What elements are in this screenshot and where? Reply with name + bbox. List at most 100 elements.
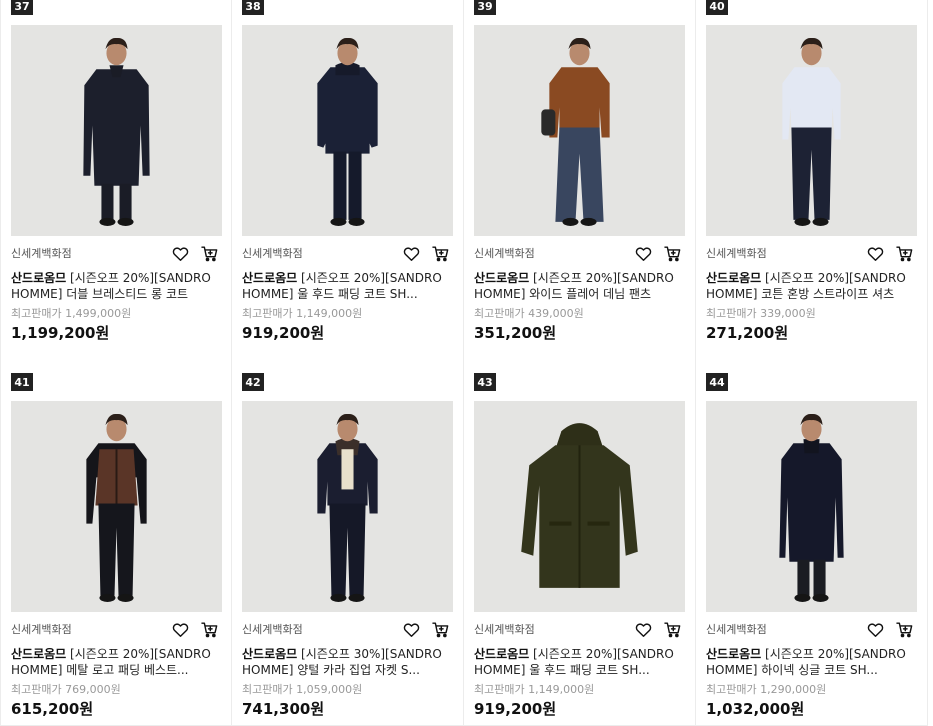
product-title[interactable]: 산드로옴므 [시즌오프 20%][SANDRO HOMME] 메탈 로고 패딩 … — [11, 646, 223, 678]
product-info: 신세계백화점 산드로옴므 [시즌오프 20%][SANDRO HOMME] 더블… — [11, 243, 223, 343]
action-icons — [402, 244, 450, 263]
product-card[interactable]: 42 신세계백화점 산드로옴므 [시즌오프 30%][SANDRO HOMME]… — [232, 363, 464, 726]
original-price: 최고판매가 1,149,000원 — [242, 307, 363, 320]
store-name: 신세계백화점 — [706, 247, 767, 260]
brand-name: 산드로옴므 — [706, 271, 762, 285]
heart-icon[interactable] — [866, 620, 885, 639]
cart-icon[interactable] — [431, 244, 450, 263]
store-row: 신세계백화점 — [474, 243, 686, 263]
product-info: 신세계백화점 산드로옴므 [시즌오프 20%][SANDRO HOMME] 울 … — [474, 619, 686, 719]
original-price: 최고판매가 439,000원 — [474, 307, 584, 320]
store-name: 신세계백화점 — [11, 623, 72, 636]
product-info: 신세계백화점 산드로옴므 [시즌오프 20%][SANDRO HOMME] 울 … — [242, 243, 454, 343]
product-info: 신세계백화점 산드로옴므 [시즌오프 30%][SANDRO HOMME] 양털… — [242, 619, 454, 719]
rank-badge: 38 — [242, 0, 264, 15]
product-title[interactable]: 산드로옴므 [시즌오프 20%][SANDRO HOMME] 코튼 혼방 스트라… — [706, 270, 918, 302]
store-row: 신세계백화점 — [11, 243, 223, 263]
brand-name: 산드로옴므 — [242, 647, 298, 661]
product-grid: 37 신세계백화점 산드로옴므 [시즌오프 20%][SANDRO HOMME]… — [0, 0, 933, 726]
product-card[interactable]: 38 신세계백화점 산드로옴므 [시즌오프 20%][SANDRO HOMME]… — [232, 0, 464, 363]
action-icons — [171, 620, 219, 639]
rank-badge: 39 — [474, 0, 496, 15]
store-row: 신세계백화점 — [474, 619, 686, 639]
store-name: 신세계백화점 — [11, 247, 72, 260]
rank-badge: 41 — [11, 373, 33, 391]
action-icons — [866, 620, 914, 639]
cart-icon[interactable] — [431, 620, 450, 639]
store-name: 신세계백화점 — [474, 247, 535, 260]
action-icons — [171, 244, 219, 263]
original-price: 최고판매가 1,059,000원 — [242, 683, 363, 696]
brand-name: 산드로옴므 — [474, 271, 530, 285]
rank-badge: 43 — [474, 373, 496, 391]
heart-icon[interactable] — [634, 244, 653, 263]
brand-name: 산드로옴므 — [474, 647, 530, 661]
heart-icon[interactable] — [402, 244, 421, 263]
product-card[interactable]: 37 신세계백화점 산드로옴므 [시즌오프 20%][SANDRO HOMME]… — [0, 0, 232, 363]
store-row: 신세계백화점 — [242, 619, 454, 639]
rank-badge: 44 — [706, 373, 728, 391]
sale-price: 1,032,000원 — [706, 700, 805, 718]
store-row: 신세계백화점 — [242, 243, 454, 263]
product-image[interactable] — [242, 25, 453, 236]
cart-icon[interactable] — [200, 620, 219, 639]
product-image[interactable] — [474, 401, 685, 612]
product-info: 신세계백화점 산드로옴므 [시즌오프 20%][SANDRO HOMME] 메탈… — [11, 619, 223, 719]
original-price: 최고판매가 1,149,000원 — [474, 683, 595, 696]
product-card[interactable]: 44 신세계백화점 산드로옴므 [시즌오프 20%][SANDRO HOMME]… — [696, 363, 928, 726]
product-image[interactable] — [706, 25, 917, 236]
sale-price: 615,200원 — [11, 700, 94, 718]
product-title[interactable]: 산드로옴므 [시즌오프 20%][SANDRO HOMME] 울 후드 패딩 코… — [474, 646, 686, 678]
store-row: 신세계백화점 — [706, 243, 918, 263]
cart-icon[interactable] — [663, 244, 682, 263]
product-title[interactable]: 산드로옴므 [시즌오프 20%][SANDRO HOMME] 하이넥 싱글 코트… — [706, 646, 918, 678]
sale-price: 741,300원 — [242, 700, 325, 718]
brand-name: 산드로옴므 — [242, 271, 298, 285]
cart-icon[interactable] — [663, 620, 682, 639]
store-name: 신세계백화점 — [242, 247, 303, 260]
product-card[interactable]: 43 신세계백화점 산드로옴므 [시즌오프 20%][SANDRO HOMME]… — [464, 363, 696, 726]
store-name: 신세계백화점 — [242, 623, 303, 636]
product-image[interactable] — [706, 401, 917, 612]
sale-price: 271,200원 — [706, 324, 789, 342]
product-title[interactable]: 산드로옴므 [시즌오프 20%][SANDRO HOMME] 와이드 플레어 데… — [474, 270, 686, 302]
sale-price: 919,200원 — [474, 700, 557, 718]
action-icons — [634, 620, 682, 639]
heart-icon[interactable] — [634, 620, 653, 639]
original-price: 최고판매가 1,290,000원 — [706, 683, 827, 696]
store-row: 신세계백화점 — [706, 619, 918, 639]
product-card[interactable]: 41 신세계백화점 산드로옴므 [시즌오프 20%][SANDRO HOMME]… — [0, 363, 232, 726]
heart-icon[interactable] — [402, 620, 421, 639]
original-price: 최고판매가 769,000원 — [11, 683, 121, 696]
original-price: 최고판매가 339,000원 — [706, 307, 816, 320]
product-title[interactable]: 산드로옴므 [시즌오프 30%][SANDRO HOMME] 양털 카라 집업 … — [242, 646, 454, 678]
heart-icon[interactable] — [171, 620, 190, 639]
store-name: 신세계백화점 — [706, 623, 767, 636]
action-icons — [402, 620, 450, 639]
product-card[interactable]: 40 신세계백화점 산드로옴므 [시즌오프 20%][SANDRO HOMME]… — [696, 0, 928, 363]
brand-name: 산드로옴므 — [11, 647, 67, 661]
brand-name: 산드로옴므 — [706, 647, 762, 661]
product-image[interactable] — [474, 25, 685, 236]
cart-icon[interactable] — [895, 244, 914, 263]
rank-badge: 40 — [706, 0, 728, 15]
brand-name: 산드로옴므 — [11, 271, 67, 285]
original-price: 최고판매가 1,499,000원 — [11, 307, 132, 320]
heart-icon[interactable] — [171, 244, 190, 263]
product-title[interactable]: 산드로옴므 [시즌오프 20%][SANDRO HOMME] 울 후드 패딩 코… — [242, 270, 454, 302]
heart-icon[interactable] — [866, 244, 885, 263]
sale-price: 351,200원 — [474, 324, 557, 342]
product-title[interactable]: 산드로옴므 [시즌오프 20%][SANDRO HOMME] 더블 브레스티드 … — [11, 270, 223, 302]
product-info: 신세계백화점 산드로옴므 [시즌오프 20%][SANDRO HOMME] 하이… — [706, 619, 918, 719]
action-icons — [634, 244, 682, 263]
store-name: 신세계백화점 — [474, 623, 535, 636]
cart-icon[interactable] — [200, 244, 219, 263]
product-image[interactable] — [242, 401, 453, 612]
product-image[interactable] — [11, 401, 222, 612]
product-image[interactable] — [11, 25, 222, 236]
store-row: 신세계백화점 — [11, 619, 223, 639]
cart-icon[interactable] — [895, 620, 914, 639]
product-info: 신세계백화점 산드로옴므 [시즌오프 20%][SANDRO HOMME] 코튼… — [706, 243, 918, 343]
product-card[interactable]: 39 신세계백화점 산드로옴므 [시즌오프 20%][SANDRO HOMME]… — [464, 0, 696, 363]
product-info: 신세계백화점 산드로옴므 [시즌오프 20%][SANDRO HOMME] 와이… — [474, 243, 686, 343]
